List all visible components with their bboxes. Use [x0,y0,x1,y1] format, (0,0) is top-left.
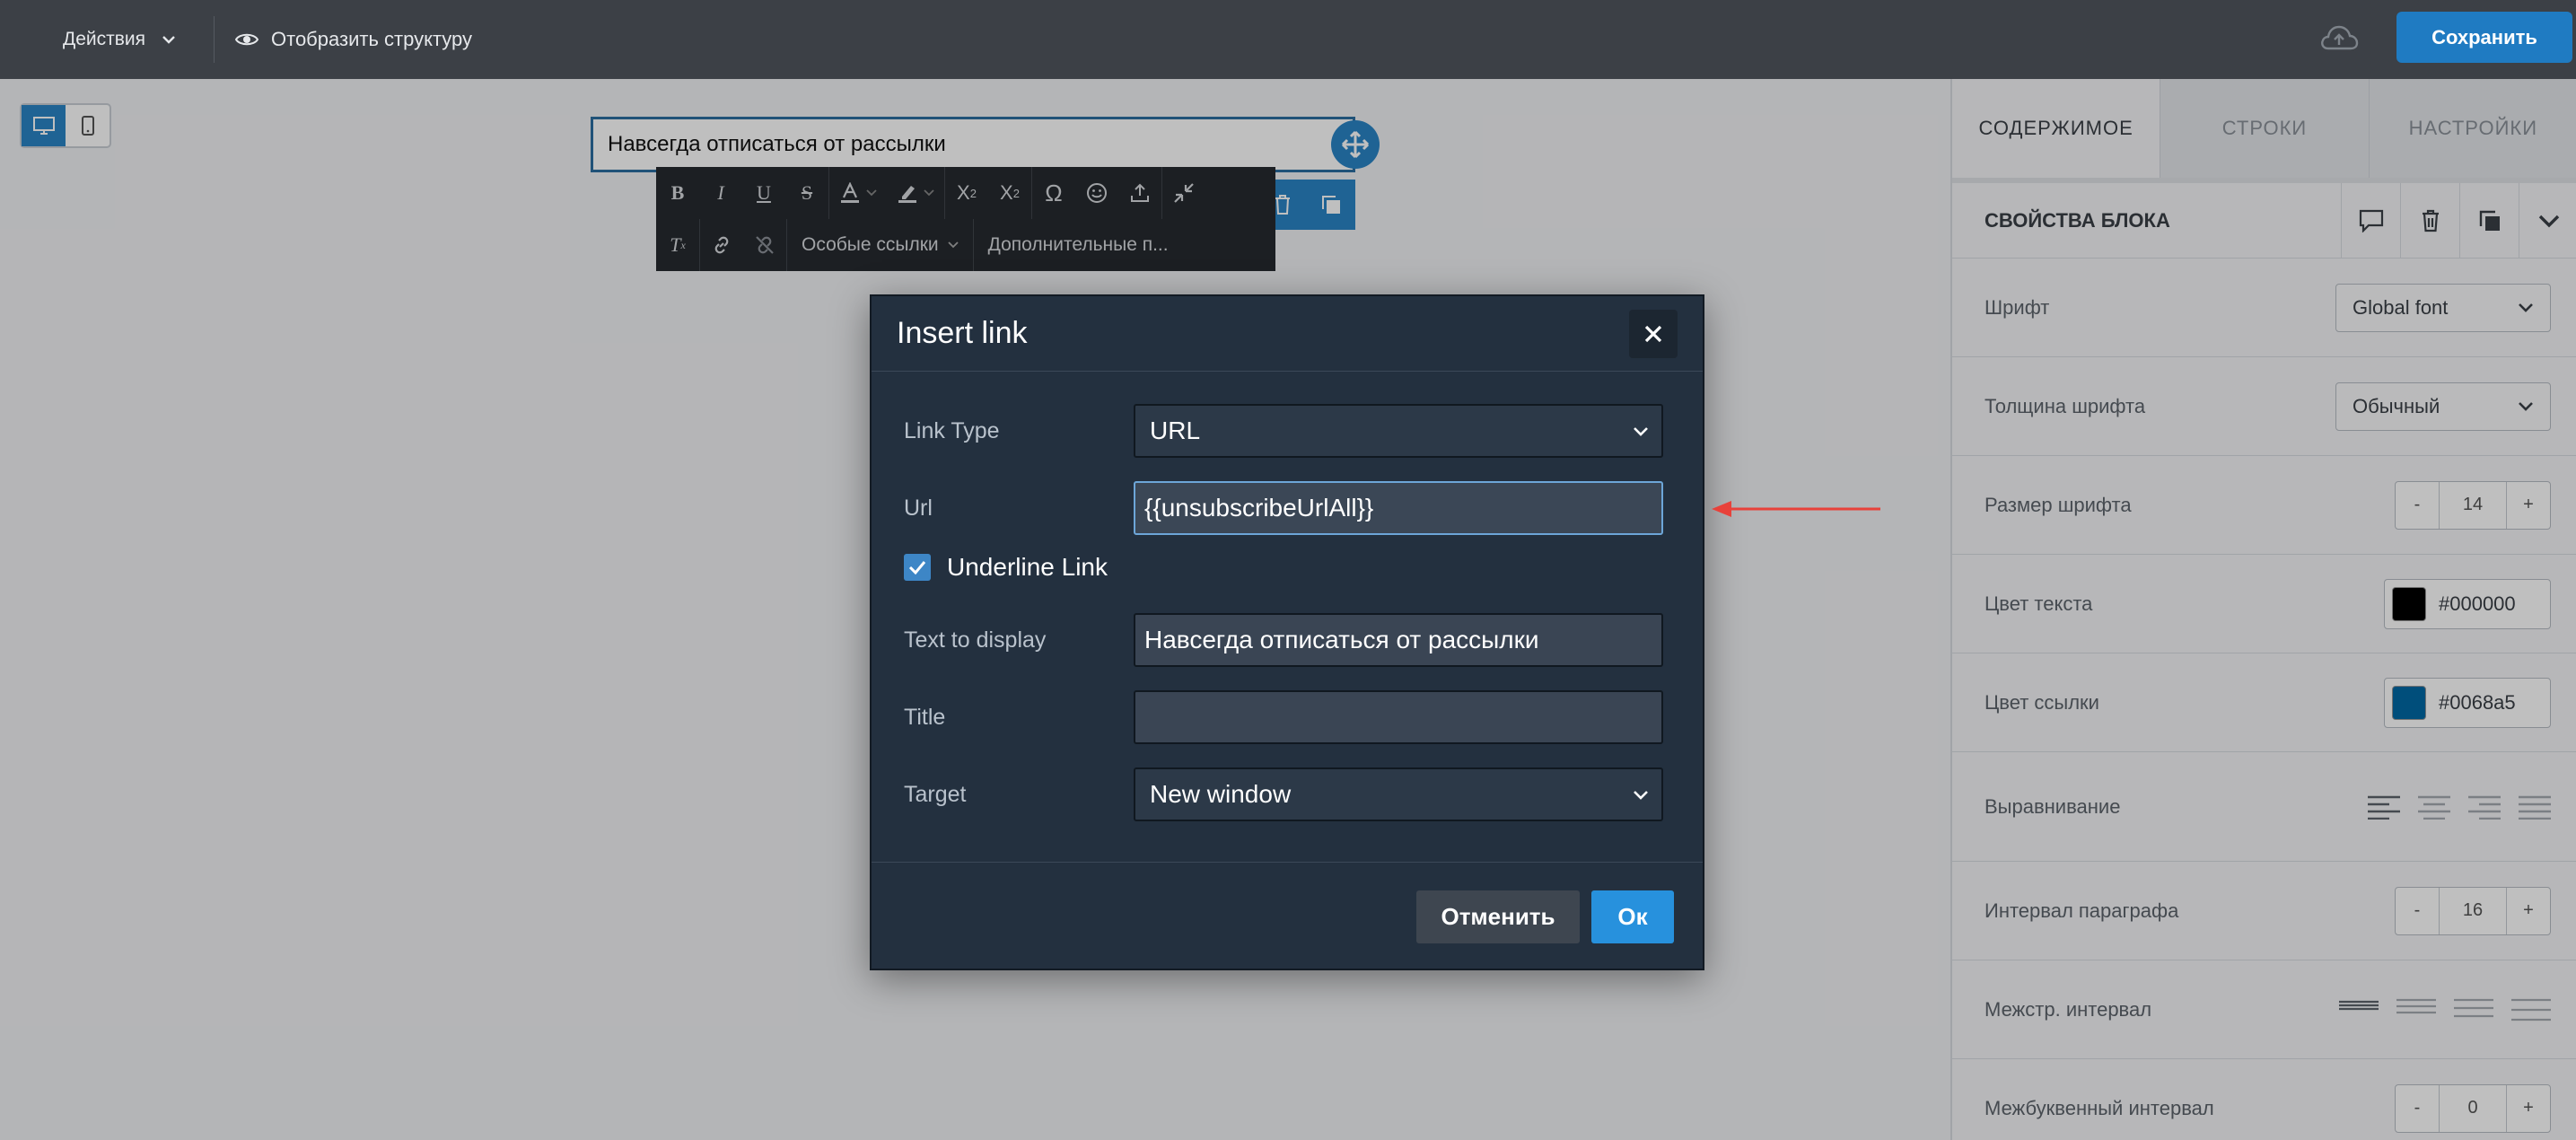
url-input[interactable]: {{unsubscribeUrlAll}} [1134,481,1663,535]
annotation-arrow-icon [1712,501,1880,517]
link-type-value: URL [1150,417,1201,444]
underline-row: Underline Link [904,553,1676,582]
chevron-down-icon [1634,790,1648,800]
title-row: Title [904,690,1676,744]
link-type-label: Link Type [904,417,1000,443]
link-type-select[interactable]: URL [1134,404,1663,458]
link-type-row: Link Type URL [904,404,1676,458]
cancel-button[interactable]: Отменить [1416,890,1580,943]
top-bar: Действия Отобразить структуру Сохранить [0,0,2576,79]
title-label: Title [904,704,946,730]
text-to-display-input[interactable]: Навсегда отписаться от рассылки [1134,613,1663,667]
underline-label[interactable]: Underline Link [947,553,1108,582]
dialog-header: Insert link [872,296,1703,372]
actions-label: Действия [63,29,146,49]
text-to-display-label: Text to display [904,627,1047,653]
url-row: Url {{unsubscribeUrlAll}} [904,481,1676,535]
target-select[interactable]: New window [1134,767,1663,821]
actions-menu[interactable]: Действия [63,22,176,57]
target-label: Target [904,781,967,807]
cloud-upload-icon[interactable] [2319,22,2359,54]
save-button[interactable]: Сохранить [2396,12,2572,63]
show-structure-label: Отобразить структуру [271,28,473,50]
divider [214,16,215,63]
chevron-down-icon [1634,426,1648,436]
dialog-title: Insert link [897,316,1028,350]
eye-icon [235,33,258,46]
title-input[interactable] [1134,690,1663,744]
chevron-down-icon [162,36,175,44]
target-row: Target New window [904,767,1676,821]
show-structure-toggle[interactable]: Отобразить структуру [235,22,472,57]
checkmark-icon [908,561,926,574]
underline-checkbox[interactable] [904,554,931,581]
insert-link-dialog: Insert link Link Type URL Url {{unsubscr… [870,294,1704,970]
close-button[interactable] [1629,309,1678,358]
url-label: Url [904,495,933,521]
close-icon [1644,325,1662,342]
text-to-display-row: Text to display Навсегда отписаться от р… [904,613,1676,667]
ok-button[interactable]: Ок [1591,890,1674,943]
target-value: New window [1150,780,1292,808]
